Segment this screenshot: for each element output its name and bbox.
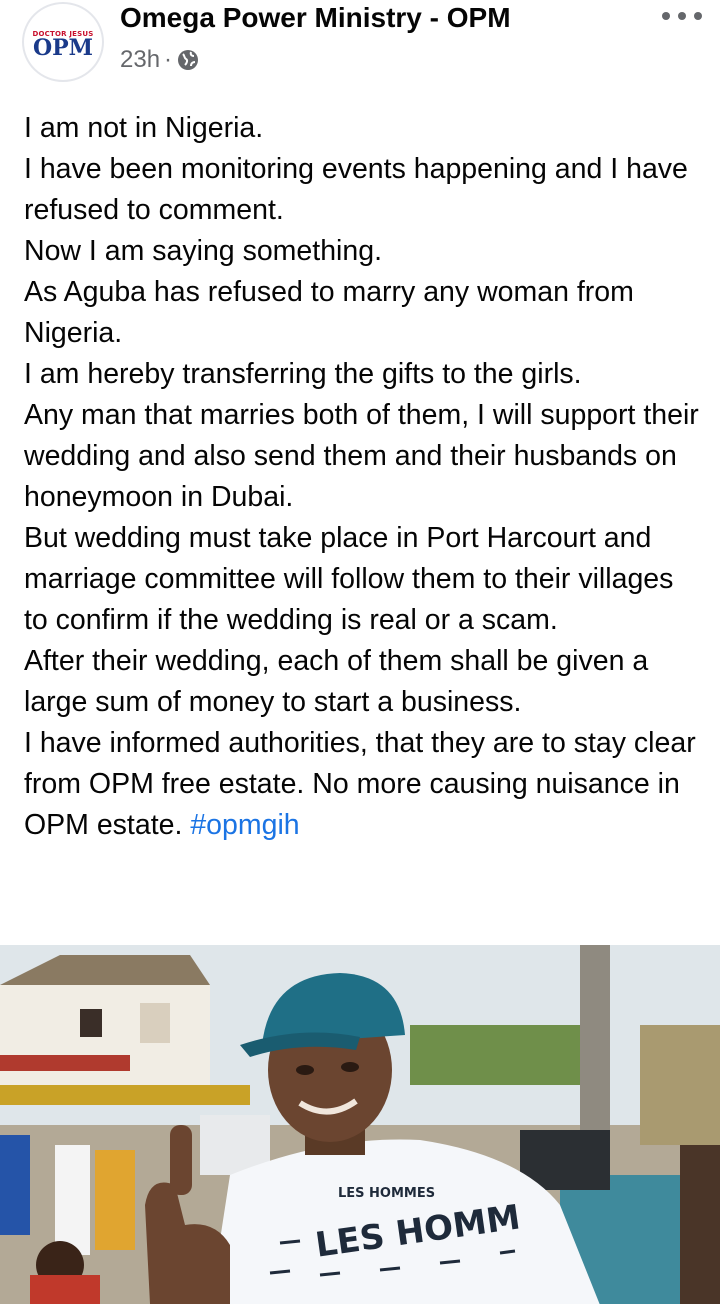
photo-illustration: LES HOMMES LES HOMM <box>0 945 720 1304</box>
more-options-icon[interactable] <box>662 4 702 28</box>
post-meta: 23h · <box>120 44 200 76</box>
post-line: But wedding must take place in Port Harc… <box>24 522 674 636</box>
hashtag-link[interactable]: #opmgih <box>190 809 299 841</box>
post-line: Any man that marries both of them, I wil… <box>24 399 699 513</box>
post-header: DOCTOR JESUS OPM Omega Power Ministry - … <box>0 0 720 90</box>
meta-separator: · <box>164 46 173 73</box>
post-line: I have been monitoring events happening … <box>24 153 688 226</box>
avatar-logo: OPM <box>32 34 94 61</box>
page-avatar[interactable]: DOCTOR JESUS OPM <box>22 2 104 82</box>
page-name-link[interactable]: Omega Power Ministry - OPM <box>120 2 511 34</box>
post-line-last: I have informed authorities, that they a… <box>24 723 704 846</box>
post-line: As Aguba has refused to marry any woman … <box>24 276 634 349</box>
post-photo[interactable]: LES HOMMES LES HOMM <box>0 945 720 1304</box>
shirt-small-text: LES HOMMES <box>338 1186 435 1201</box>
post-line: I am hereby transferring the gifts to th… <box>24 358 582 390</box>
globe-icon[interactable] <box>176 48 200 72</box>
post-line: I am not in Nigeria. <box>24 112 264 144</box>
post-line: Now I am saying something. <box>24 235 382 267</box>
post-body: I am not in Nigeria. I have been monitor… <box>24 108 704 846</box>
post-line: After their wedding, each of them shall … <box>24 645 649 718</box>
post-line-text: I have informed authorities, that they a… <box>24 727 696 841</box>
post-timestamp[interactable]: 23h <box>120 46 160 74</box>
